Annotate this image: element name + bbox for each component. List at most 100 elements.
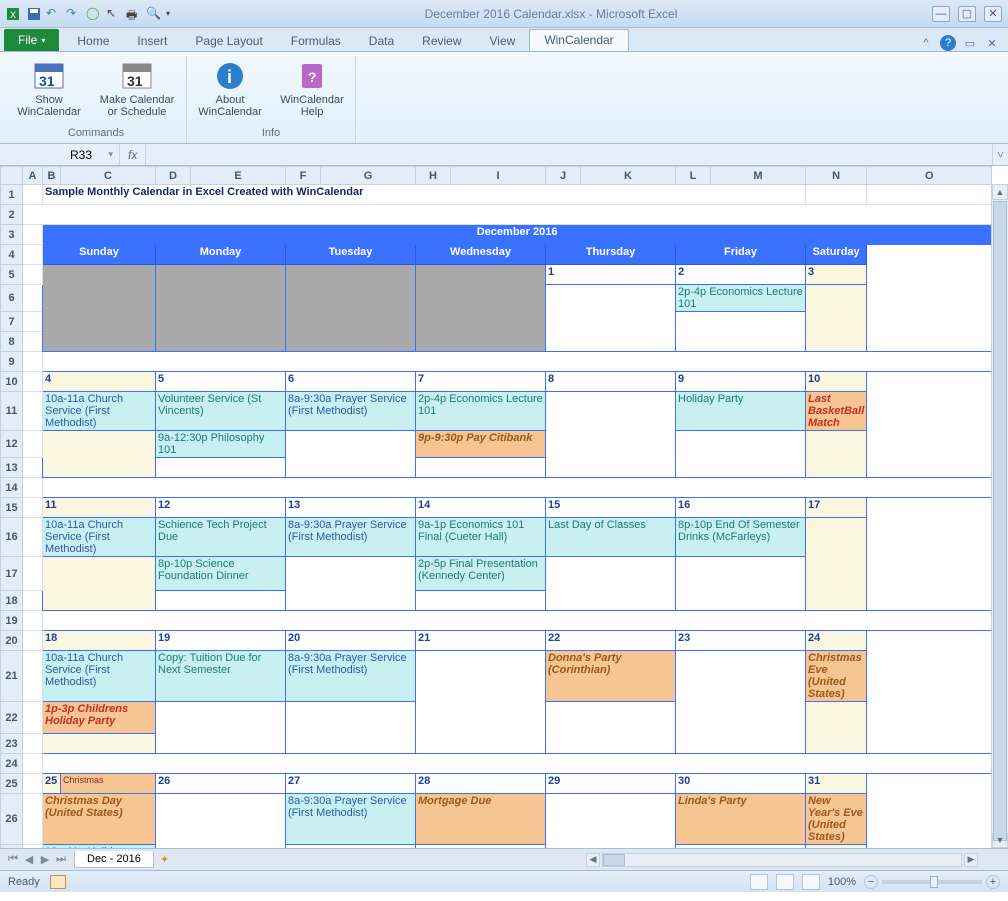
date-cell[interactable]: 23 (676, 631, 806, 651)
next-sheet-icon[interactable]: ▶ (38, 853, 52, 867)
date-cell[interactable]: 28 (416, 774, 546, 794)
save-icon[interactable] (26, 6, 42, 22)
date-cell[interactable]: 8 (546, 372, 676, 392)
make-calendar-button[interactable]: 31 Make Calendar or Schedule (96, 56, 178, 125)
row-header[interactable]: 16 (1, 518, 23, 557)
event-slot[interactable] (546, 285, 676, 352)
close-workbook-icon[interactable]: ✕ (984, 35, 1000, 51)
date-cell[interactable]: 19 (156, 631, 286, 651)
event-slot[interactable] (43, 431, 156, 478)
row-header[interactable]: 4 (1, 245, 23, 265)
event-slot[interactable] (806, 518, 867, 611)
row-header[interactable]: 8 (1, 332, 23, 352)
review-tab[interactable]: Review (408, 31, 475, 51)
col-header[interactable]: L (676, 167, 711, 185)
maximize-button[interactable]: ▢ (958, 6, 976, 22)
event-cell[interactable]: Christmas Day (United States) (43, 794, 156, 845)
event-cell[interactable]: New Year's Eve (United States) (806, 794, 867, 845)
vertical-scrollbar[interactable]: ▲ ▼ (991, 184, 1008, 848)
row-header[interactable]: 25 (1, 774, 23, 794)
event-cell[interactable]: 8p-10p End Of Semester Drinks (McFarleys… (676, 518, 806, 557)
event-cell[interactable]: 9a-1p Economics 101 Final (Cueter Hall) (416, 518, 546, 557)
sheet-area[interactable]: A B C D E F G H I J K L M N O 1 Sample M… (0, 166, 1008, 848)
row-header[interactable]: 7 (1, 312, 23, 332)
row-header[interactable]: 5 (1, 265, 23, 285)
event-cell[interactable]: Holiday Party (676, 392, 806, 431)
day-header[interactable]: Monday (156, 245, 286, 265)
scroll-thumb[interactable] (993, 201, 1007, 841)
page-break-view-button[interactable] (802, 874, 820, 890)
day-header[interactable]: Friday (676, 245, 806, 265)
blank-day[interactable] (43, 265, 156, 352)
data-tab[interactable]: Data (355, 31, 408, 51)
scroll-thumb[interactable] (603, 854, 625, 866)
redo-icon[interactable]: ↷ (66, 6, 82, 22)
scroll-right-icon[interactable]: ▶ (964, 853, 978, 867)
event-cell[interactable]: 8a-9:30a Prayer Service (First Methodist… (286, 651, 416, 702)
row-header[interactable]: 14 (1, 478, 23, 498)
date-cell[interactable]: 3 (806, 265, 867, 285)
event-slot[interactable] (416, 458, 546, 478)
event-slot[interactable] (286, 702, 416, 754)
fx-icon[interactable]: fx (128, 148, 137, 162)
event-slot[interactable] (806, 431, 867, 478)
zoom-out-icon[interactable]: − (864, 875, 878, 889)
blank-day[interactable] (286, 265, 416, 352)
home-tab[interactable]: Home (63, 31, 123, 51)
col-header[interactable]: K (581, 167, 676, 185)
row-header[interactable]: 2 (1, 205, 23, 225)
zoom-level[interactable]: 100% (828, 876, 856, 888)
col-header[interactable]: M (711, 167, 806, 185)
event-cell[interactable]: 1p-3p Childrens Holiday Party (43, 702, 156, 734)
spreadsheet-grid[interactable]: A B C D E F G H I J K L M N O 1 Sample M… (0, 166, 992, 848)
row-header[interactable]: 27 (1, 845, 23, 849)
date-cell[interactable]: 16 (676, 498, 806, 518)
date-cell[interactable]: 21 (416, 631, 546, 651)
scroll-up-icon[interactable]: ▲ (992, 184, 1008, 200)
zoom-slider[interactable]: − + (864, 875, 1000, 889)
col-header[interactable]: G (321, 167, 416, 185)
date-cell[interactable]: 13 (286, 498, 416, 518)
name-box[interactable]: R33▾ (0, 144, 120, 165)
event-slot[interactable] (156, 702, 286, 754)
event-slot[interactable] (416, 651, 546, 754)
event-cell[interactable]: 10a-11a Church Service (First Methodist) (43, 651, 156, 702)
print-icon[interactable]: 🖶 (126, 6, 142, 22)
blank-day[interactable] (156, 265, 286, 352)
date-cell[interactable]: 30 (676, 774, 806, 794)
scroll-down-icon[interactable]: ▼ (992, 832, 1008, 848)
event-cell[interactable]: 8p-10p Science Foundation Dinner (156, 557, 286, 591)
date-cell[interactable]: 17 (806, 498, 867, 518)
row-header[interactable]: 15 (1, 498, 23, 518)
horizontal-scrollbar[interactable] (602, 853, 962, 867)
calendar-title[interactable]: December 2016 (43, 225, 992, 245)
cursor-icon[interactable]: ↖ (106, 6, 122, 22)
date-cell[interactable]: 1 (546, 265, 676, 285)
date-cell[interactable]: 2 (676, 265, 806, 285)
event-cell[interactable]: Volunteer Service (St Vincents) (156, 392, 286, 431)
date-cell[interactable]: 22 (546, 631, 676, 651)
close-button[interactable]: ✕ (984, 6, 1002, 22)
preview-icon[interactable]: 🔍 (146, 6, 162, 22)
event-slot[interactable] (156, 591, 286, 611)
minimize-button[interactable]: — (932, 6, 950, 22)
event-slot[interactable] (676, 557, 806, 611)
date-cell[interactable]: 31 (806, 774, 867, 794)
row-header[interactable]: 17 (1, 557, 23, 591)
row-header[interactable]: 19 (1, 611, 23, 631)
date-cell[interactable]: 15 (546, 498, 676, 518)
event-slot[interactable] (156, 794, 286, 849)
row-header[interactable]: 12 (1, 431, 23, 458)
col-header[interactable]: J (546, 167, 581, 185)
date-cell[interactable]: 14 (416, 498, 546, 518)
event-cell[interactable]: Linda's Party (676, 794, 806, 845)
row-header[interactable]: 21 (1, 651, 23, 702)
event-slot[interactable] (286, 431, 416, 478)
event-slot[interactable] (43, 734, 156, 754)
day-header[interactable]: Tuesday (286, 245, 416, 265)
col-header[interactable]: B (43, 167, 61, 185)
event-cell[interactable]: 2p-4p Economics Lecture 101 (416, 392, 546, 431)
date-cell[interactable]: 7 (416, 372, 546, 392)
new-sheet-icon[interactable]: ✦ (160, 853, 169, 866)
event-slot[interactable] (416, 845, 546, 849)
